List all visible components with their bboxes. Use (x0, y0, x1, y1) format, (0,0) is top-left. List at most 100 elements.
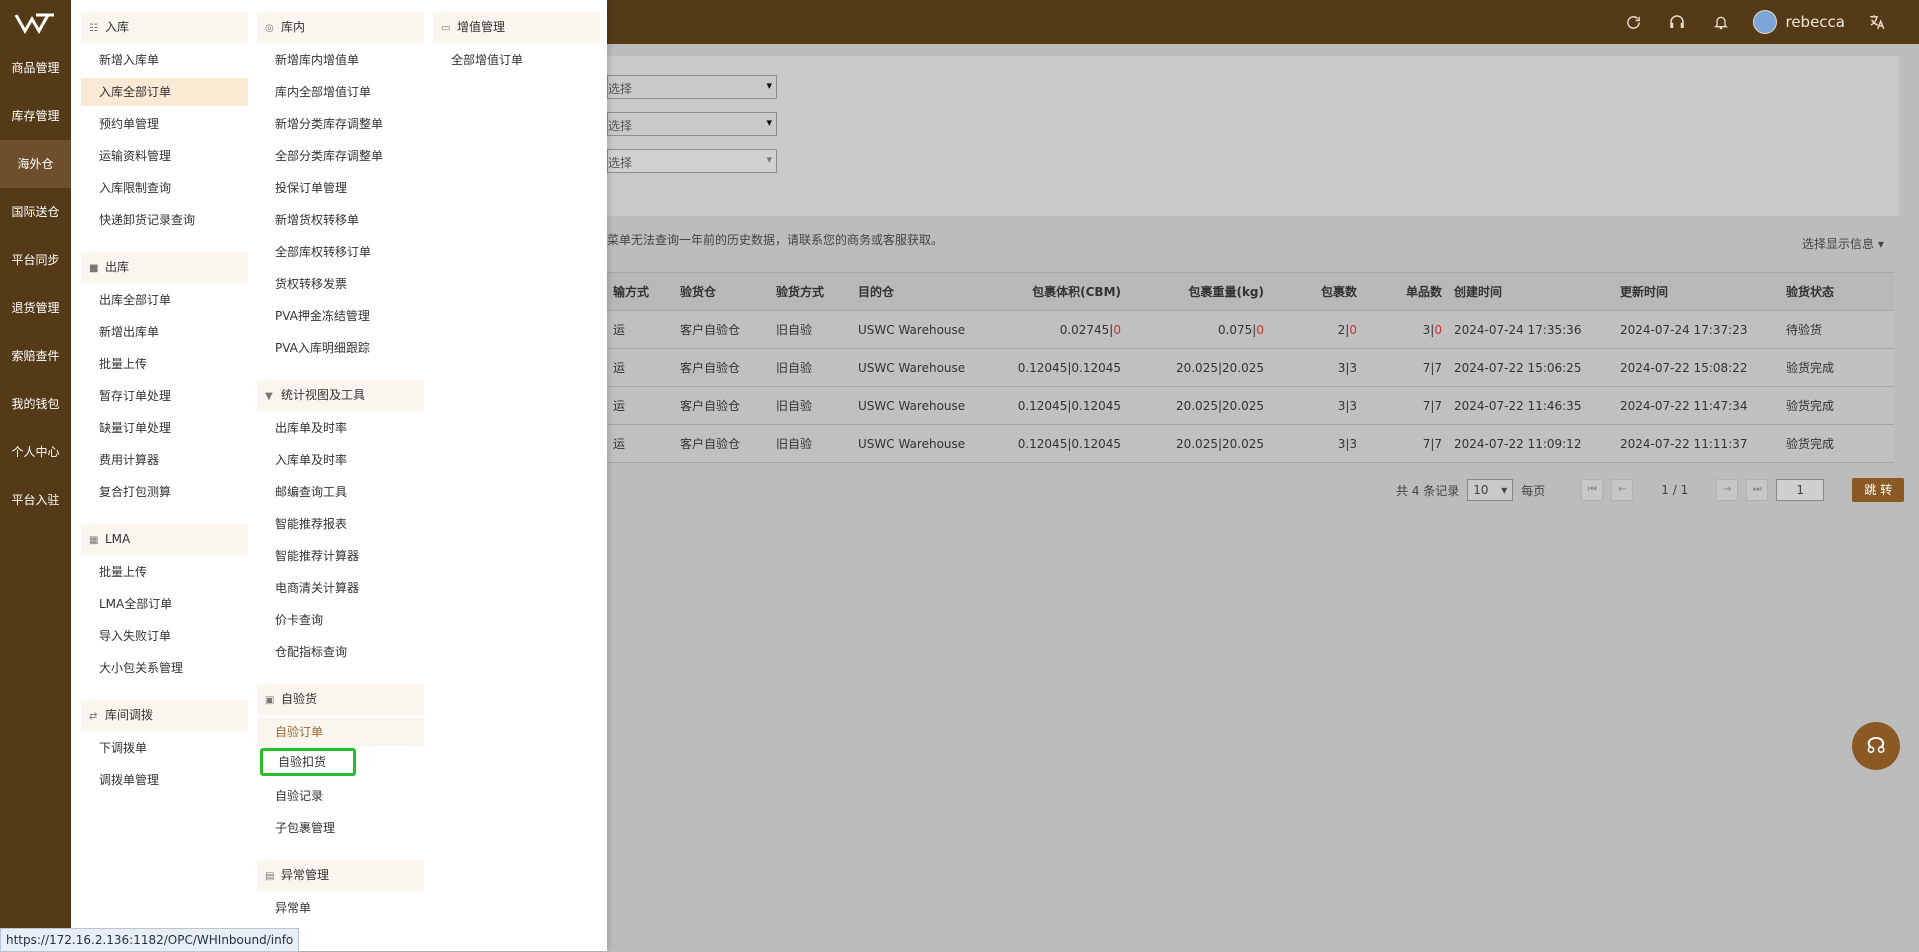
menu-item[interactable]: 预约单管理 (81, 110, 248, 138)
menu-item[interactable]: 电商清关计算器 (257, 574, 424, 602)
table-cell: 3|3 (1270, 348, 1363, 387)
jump-button[interactable]: 跳 转 (1852, 478, 1905, 502)
bell-icon[interactable] (1709, 10, 1733, 34)
table-cell: 2024-07-22 11:46:35 (1448, 386, 1614, 425)
column-header: 创建时间 (1448, 273, 1614, 311)
menu-item[interactable]: 暂存订单处理 (81, 382, 248, 410)
menu-item[interactable]: 导入失败订单 (81, 622, 248, 650)
menu-item[interactable]: 大小包关系管理 (81, 654, 248, 682)
menu-item[interactable]: 货权转移发票 (257, 270, 424, 298)
nav-item[interactable]: 库存管理 (0, 92, 71, 140)
table-row[interactable]: 运 客户自验仓 旧自验 USWC Warehouse 0.12045|0.120… (607, 424, 1894, 463)
left-sidebar: 商品管理 库存管理 海外仓 国际送仓 平台同步 退货管理 索赔查件 我的钱包 个… (0, 0, 71, 951)
menu-item-selected-group[interactable]: 自验订单 (257, 718, 424, 746)
table-cell: USWC Warehouse (852, 386, 989, 425)
menu-item[interactable]: 异常单 (257, 894, 424, 922)
group-transfer: ⇄ 库间调拨 (81, 700, 248, 731)
menu-item[interactable]: 仓配指标查询 (257, 638, 424, 666)
menu-item[interactable]: 新增分类库存调整单 (257, 110, 424, 138)
menu-item[interactable]: 自验记录 (257, 782, 424, 810)
first-page-button[interactable]: ⏮ (1581, 479, 1604, 501)
menu-item[interactable]: 价卡查询 (257, 606, 424, 634)
table-cell: 0.02745|0 (989, 310, 1127, 349)
menu-item[interactable]: 下调拨单 (81, 734, 248, 762)
next-page-button[interactable]: → (1716, 479, 1739, 501)
display-info-dropdown[interactable]: 选择显示信息 ▾ (1802, 235, 1884, 252)
arrow-right-icon: → (1723, 484, 1732, 495)
table-row[interactable]: 运 客户自验仓 旧自验 USWC Warehouse 0.12045|0.120… (607, 348, 1894, 387)
table-row[interactable]: 运 客户自验仓 旧自验 USWC Warehouse 0.12045|0.120… (607, 386, 1894, 425)
nav-item[interactable]: 商品管理 (0, 44, 71, 92)
menu-item[interactable]: 智能推荐计算器 (257, 542, 424, 570)
user-menu[interactable]: rebecca (1753, 10, 1845, 34)
column-header: 包裹体积(CBM) (989, 273, 1127, 311)
page-number-input[interactable]: 1 (1776, 479, 1825, 501)
mega-menu: ☷ 入库 新增入库单 入库全部订单 预约单管理 运输资料管理 入库限制查询 快递卸… (71, 0, 607, 951)
page-size-select[interactable]: 10 ▾ (1467, 479, 1514, 501)
menu-item[interactable]: PVA押金冻结管理 (257, 302, 424, 330)
menu-item[interactable]: 全部增值订单 (433, 46, 600, 74)
filter-select-1[interactable]: 选择 ▾ (607, 75, 777, 99)
menu-item[interactable]: 运输资料管理 (81, 142, 248, 170)
table-cell: 2|0 (1270, 310, 1363, 349)
page-status: 1 / 1 (1661, 483, 1689, 497)
menu-item[interactable]: 智能推荐报表 (257, 510, 424, 538)
menu-item-highlighted[interactable]: 自验扣货 (260, 748, 356, 776)
card-icon: ▭ (441, 23, 451, 34)
menu-item[interactable]: 库内全部增值订单 (257, 78, 424, 106)
menu-item[interactable]: 批量上传 (81, 350, 248, 378)
menu-item[interactable]: 全部分类库存调整单 (257, 142, 424, 170)
previous-page-button[interactable]: ← (1611, 479, 1634, 501)
table-cell: 运 (607, 348, 674, 387)
refresh-icon[interactable] (1621, 10, 1645, 34)
menu-item[interactable]: 入库限制查询 (81, 174, 248, 202)
column-header: 验货仓 (674, 273, 770, 311)
table-cell: 20.025|20.025 (1127, 386, 1270, 425)
menu-item-active[interactable]: 入库全部订单 (81, 78, 248, 106)
menu-item[interactable]: 缺量订单处理 (81, 414, 248, 442)
last-page-button[interactable]: ⏭ (1746, 479, 1769, 501)
column-header: 更新时间 (1614, 273, 1780, 311)
nav-item-active[interactable]: 海外仓 (0, 140, 71, 188)
menu-item[interactable]: 出库单及时率 (257, 414, 424, 442)
menu-item[interactable]: 复合打包测算 (81, 478, 248, 506)
menu-item[interactable]: 邮编查询工具 (257, 478, 424, 506)
nav-item[interactable]: 退货管理 (0, 284, 71, 332)
menu-item[interactable]: PVA入库明细跟踪 (257, 334, 424, 362)
filter-panel (607, 56, 1899, 216)
menu-item[interactable]: 快递卸货记录查询 (81, 206, 248, 234)
arrow-left-icon: ← (1618, 484, 1627, 495)
nav-item[interactable]: 国际送仓 (0, 188, 71, 236)
menu-item[interactable]: 新增货权转移单 (257, 206, 424, 234)
box-icon: ■ (89, 263, 99, 274)
table-cell: USWC Warehouse (852, 424, 989, 463)
status-cell: 验货完成 (1780, 424, 1894, 463)
headset-icon[interactable] (1665, 10, 1689, 34)
nav-item[interactable]: 我的钱包 (0, 380, 71, 428)
menu-item[interactable]: 投保订单管理 (257, 174, 424, 202)
menu-item[interactable]: 全部库权转移订单 (257, 238, 424, 266)
nav-item[interactable]: 索赔查件 (0, 332, 71, 380)
filter-select-3[interactable]: 选择 ▾ (607, 149, 777, 173)
menu-item[interactable]: 入库单及时率 (257, 446, 424, 474)
menu-item[interactable]: 新增库内增值单 (257, 46, 424, 74)
nav-item[interactable]: 平台入驻 (0, 476, 71, 524)
support-float-button[interactable]: ☊ (1852, 722, 1900, 770)
table-cell: 2024-07-24 17:35:36 (1448, 310, 1614, 349)
menu-item[interactable]: 新增入库单 (81, 46, 248, 74)
nav-item[interactable]: 平台同步 (0, 236, 71, 284)
status-cell: 验货完成 (1780, 386, 1894, 425)
menu-item[interactable]: 新增出库单 (81, 318, 248, 346)
column-header: 验货方式 (770, 273, 852, 311)
translate-icon[interactable] (1865, 10, 1889, 34)
menu-item[interactable]: 出库全部订单 (81, 286, 248, 314)
table-row[interactable]: 运 客户自验仓 旧自验 USWC Warehouse 0.02745|0 0.0… (607, 310, 1894, 349)
filter-select-2[interactable]: 选择 ▾ (607, 112, 777, 136)
table-cell: 20.025|20.025 (1127, 348, 1270, 387)
menu-item[interactable]: 子包裹管理 (257, 814, 424, 842)
nav-item[interactable]: 个人中心 (0, 428, 71, 476)
menu-item[interactable]: 费用计算器 (81, 446, 248, 474)
menu-item[interactable]: 批量上传 (81, 558, 248, 586)
menu-item[interactable]: 调拨单管理 (81, 766, 248, 794)
menu-item[interactable]: LMA全部订单 (81, 590, 248, 618)
